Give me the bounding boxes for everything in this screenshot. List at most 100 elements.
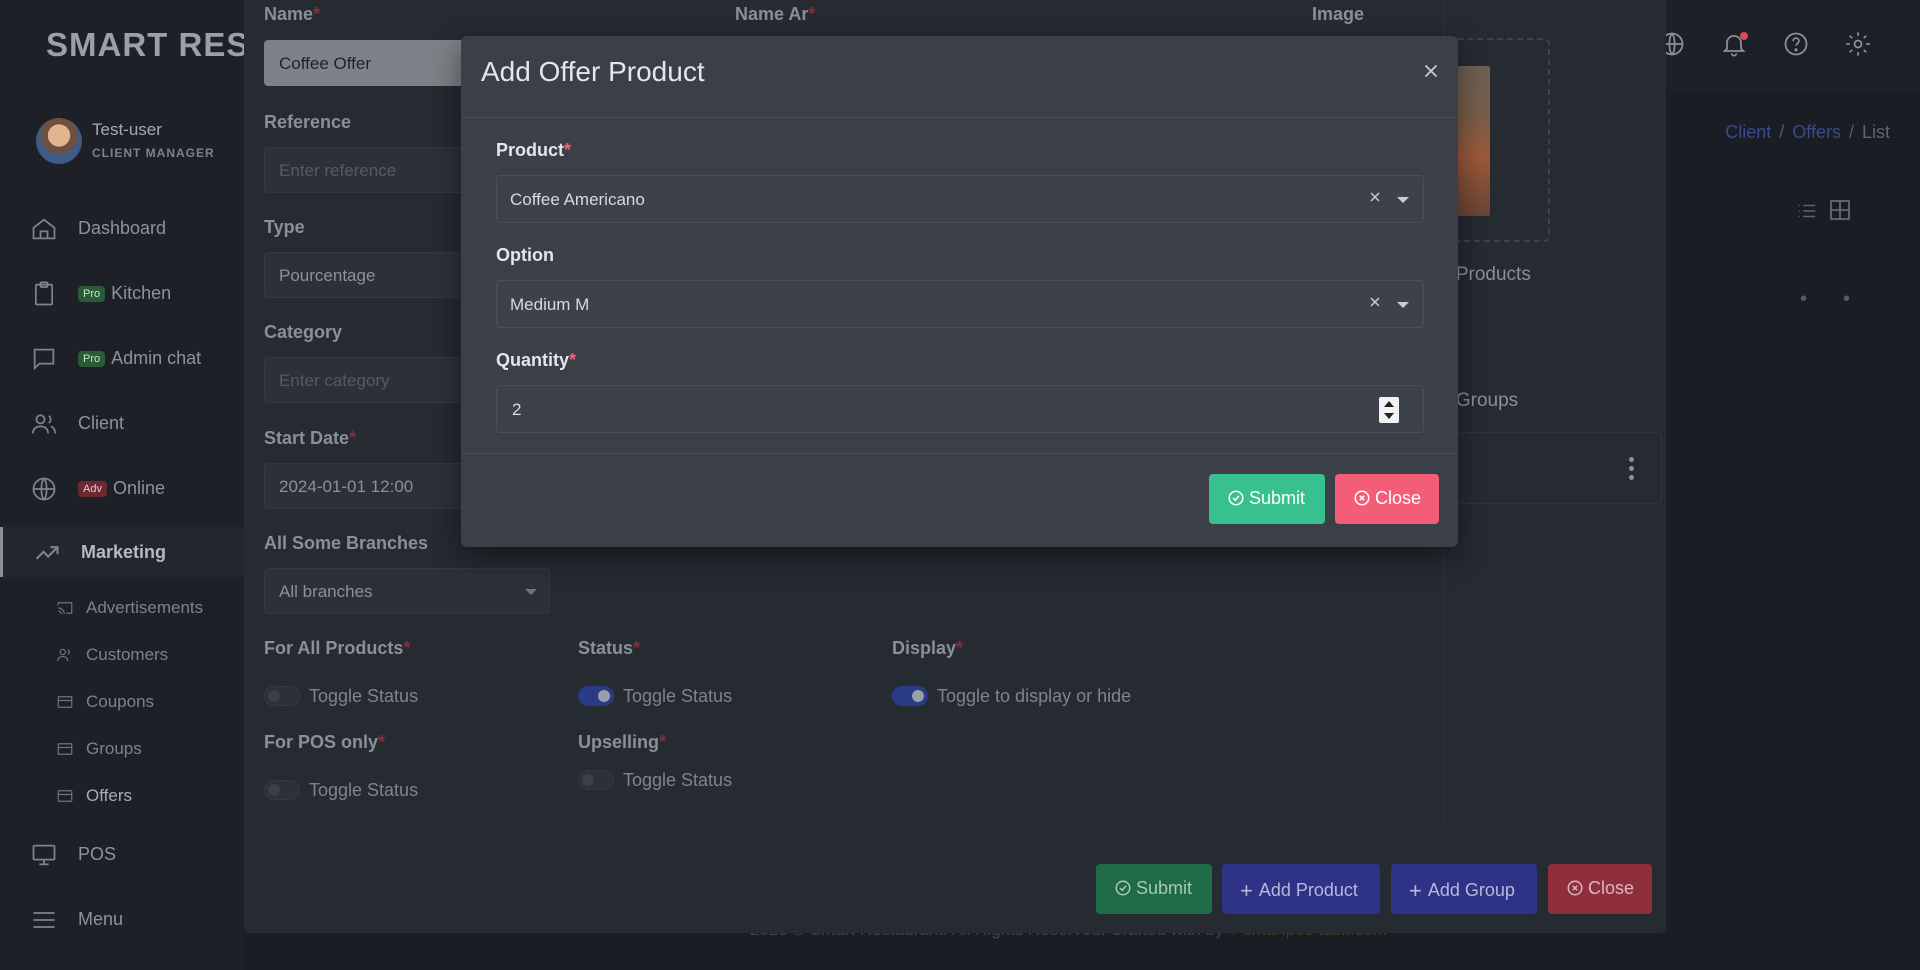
sidebar-item-label: Menu: [78, 909, 124, 929]
sidebar-subitem-label: Offers: [86, 786, 132, 805]
sidebar-item-client[interactable]: Client: [0, 398, 244, 448]
upselling-toggle[interactable]: [578, 770, 614, 790]
for-pos-only-toggle[interactable]: [264, 780, 300, 800]
notification-dot: [1740, 32, 1748, 40]
home-icon: [30, 215, 58, 243]
sidebar-subitem-label: Groups: [86, 739, 142, 758]
monitor-icon: [30, 841, 58, 869]
add-product-button[interactable]: + Add Product: [1222, 864, 1380, 914]
sidebar-item-label: Client: [78, 413, 125, 433]
modal-submit-button[interactable]: Submit: [1209, 474, 1325, 524]
check-circle-icon: [1115, 880, 1131, 896]
upselling-label: Upselling: [578, 732, 660, 752]
chat-icon: [30, 345, 58, 373]
globe-icon: [30, 475, 58, 503]
for-pos-only-label: For POS only: [264, 732, 379, 752]
status-label: Status: [578, 638, 634, 658]
quantity-stepper[interactable]: 2: [496, 385, 1424, 433]
breadcrumb: Client / Offers / List: [1725, 122, 1890, 142]
sidebar-subitem-customers[interactable]: Customers: [56, 635, 244, 675]
grid-view-icon[interactable]: [1828, 198, 1852, 222]
chevron-down-icon[interactable]: [1397, 302, 1409, 308]
clear-icon[interactable]: [1367, 189, 1383, 205]
quantity-value: 2: [512, 400, 522, 419]
toggle-display-text: Toggle to display or hide: [937, 686, 1132, 706]
start-date-label: Start Date: [264, 428, 350, 448]
for-all-products-label: For All Products: [264, 638, 404, 658]
clear-icon[interactable]: [1367, 294, 1383, 310]
user-name: Test-user: [92, 120, 162, 139]
sidebar-item-label: Marketing: [81, 542, 167, 562]
toggle-status-text: Toggle Status: [309, 780, 419, 800]
option-value: Medium M: [510, 295, 590, 314]
trending-icon: [33, 539, 61, 567]
breadcrumb-client[interactable]: Client: [1725, 122, 1771, 142]
sidebar-subitem-offers[interactable]: Offers: [56, 776, 244, 816]
option-label: Option: [496, 245, 554, 265]
sidebar-item-label: Admin chat: [111, 348, 202, 368]
menu-icon: [30, 906, 58, 934]
pro-badge: Pro: [78, 351, 106, 367]
branches-value: All branches: [279, 582, 373, 601]
modal-close-button[interactable]: Close: [1335, 474, 1439, 524]
form-submit-button[interactable]: Submit: [1096, 864, 1212, 914]
card-icon: [56, 787, 74, 805]
status-toggle[interactable]: [578, 686, 614, 706]
sidebar-item-online[interactable]: Adv Online: [0, 463, 244, 513]
toggle-status-text: Toggle Status: [623, 686, 733, 706]
gear-icon[interactable]: [1844, 30, 1876, 62]
add-group-button[interactable]: + Add Group: [1391, 864, 1537, 914]
sidebar-item-dashboard[interactable]: Dashboard: [0, 203, 244, 253]
form-close-button[interactable]: Close: [1548, 864, 1652, 914]
type-value: Pourcentage: [279, 266, 376, 285]
display-label: Display: [892, 638, 957, 658]
bell-icon[interactable]: [1720, 30, 1752, 62]
name-label: Name: [264, 4, 314, 24]
help-icon[interactable]: [1782, 30, 1814, 62]
sidebar-subitem-coupons[interactable]: Coupons: [56, 682, 244, 722]
x-circle-icon: [1567, 880, 1583, 896]
sidebar-subitem-label: Customers: [86, 645, 169, 664]
list-view-icon[interactable]: [1796, 200, 1818, 222]
modal-header-divider: [461, 117, 1458, 118]
sidebar-item-menu[interactable]: Menu: [0, 894, 244, 944]
view-toggle: [1796, 196, 1856, 224]
chevron-down-icon[interactable]: [1397, 197, 1409, 203]
display-toggle[interactable]: [892, 686, 928, 706]
user-role: CLIENT MANAGER: [92, 146, 215, 160]
for-all-products-toggle[interactable]: [264, 686, 300, 706]
breadcrumb-list: List: [1861, 122, 1890, 142]
sidebar-item-label: Dashboard: [78, 218, 167, 238]
plus-icon: +: [1240, 878, 1253, 903]
more-vertical-icon[interactable]: [1629, 457, 1635, 481]
sidebar-subitem-advertisements[interactable]: Advertisements: [56, 588, 244, 628]
toggle-status-text: Toggle Status: [623, 770, 733, 790]
user-profile[interactable]: Test-user CLIENT MANAGER: [36, 118, 236, 168]
breadcrumb-offers[interactable]: Offers: [1792, 122, 1841, 142]
name-ar-label: Name Ar: [735, 4, 809, 24]
sidebar-item-kitchen[interactable]: Pro Kitchen: [0, 268, 244, 318]
product-value: Coffee Americano: [510, 190, 645, 209]
pro-badge: Pro: [78, 286, 106, 302]
sidebar-item-admin-chat[interactable]: Pro Admin chat: [0, 333, 244, 383]
add-offer-product-modal: Add Offer Product Product* Coffee Americ…: [461, 36, 1458, 547]
option-select[interactable]: Medium M: [496, 280, 1424, 328]
plus-icon: +: [1409, 878, 1422, 903]
chevron-down-icon: [525, 589, 537, 595]
card-icon: [56, 740, 74, 758]
modal-title: Add Offer Product: [481, 56, 705, 87]
product-select[interactable]: Coffee Americano: [496, 175, 1424, 223]
sidebar-item-label: Kitchen: [111, 283, 172, 303]
sidebar-item-label: Online: [112, 478, 165, 498]
sidebar: Test-user CLIENT MANAGER Dashboard Pro Ki…: [0, 90, 244, 970]
branches-select[interactable]: All branches: [264, 568, 550, 614]
close-icon[interactable]: [1420, 60, 1442, 82]
quantity-label: Quantity: [496, 350, 570, 370]
toggle-status-text: Toggle Status: [309, 686, 419, 706]
spinner-icon[interactable]: [1379, 397, 1399, 423]
sidebar-subitem-groups[interactable]: Groups: [56, 729, 244, 769]
clipboard-icon: [30, 280, 58, 308]
users-icon: [56, 646, 74, 664]
sidebar-item-pos[interactable]: POS: [0, 829, 244, 879]
sidebar-item-marketing[interactable]: Marketing: [0, 527, 244, 577]
